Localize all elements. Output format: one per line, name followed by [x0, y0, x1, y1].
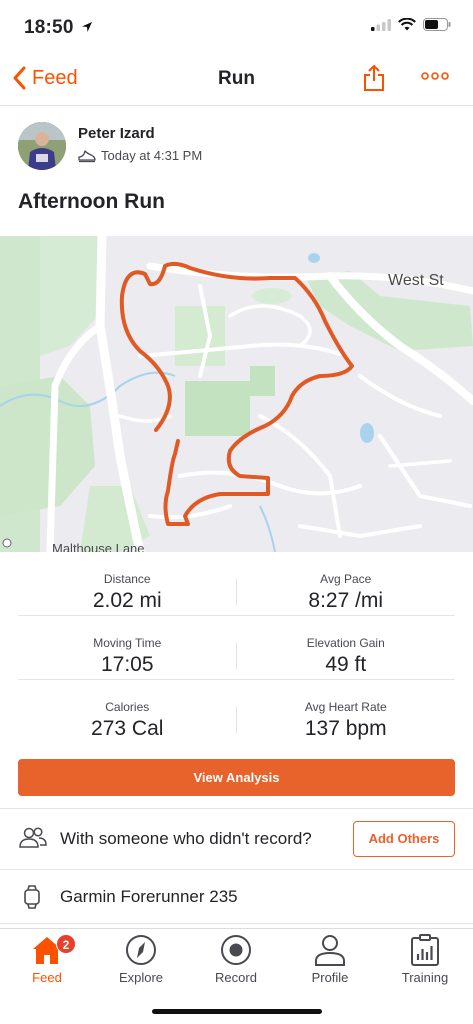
park-area: [175, 306, 225, 366]
avatar-photo: [18, 122, 66, 170]
stat-moving-time: Moving Time 17:05: [18, 616, 237, 679]
wifi-icon: [398, 18, 416, 31]
park-area: [40, 236, 100, 356]
status-bar: 18:50: [0, 0, 473, 54]
tab-bar: 2 Feed Explore Record Profile Training: [0, 928, 473, 1024]
athlete-name[interactable]: Peter Izard: [78, 125, 155, 142]
tab-label: Training: [401, 970, 449, 985]
more-options-button[interactable]: [421, 68, 449, 86]
map-canvas: West St Malthouse Lane: [0, 236, 473, 552]
stat-divider: [236, 579, 237, 605]
add-others-button[interactable]: Add Others: [353, 821, 455, 857]
tab-label: Feed: [32, 970, 62, 985]
tab-feed[interactable]: 2 Feed: [0, 929, 94, 989]
status-indicators: [371, 18, 451, 31]
stat-divider: [236, 707, 237, 733]
activity-meta: Today at 4:31 PM: [78, 148, 202, 163]
pond: [308, 253, 320, 263]
tab-profile[interactable]: Profile: [283, 929, 377, 989]
record-icon: [221, 935, 251, 965]
route-map[interactable]: West St Malthouse Lane: [0, 236, 473, 552]
share-button[interactable]: [362, 64, 386, 97]
stat-row: Moving Time 17:05 Elevation Gain 49 ft: [18, 616, 455, 680]
stat-row: Distance 2.02 mi Avg Pace 8:27 /mi: [18, 552, 455, 616]
tab-explore[interactable]: Explore: [94, 929, 188, 989]
home-indicator: [152, 1009, 322, 1014]
profile-icon: [315, 935, 345, 966]
park-area: [250, 366, 275, 396]
training-icon: [411, 934, 439, 966]
stat-value: 49 ft: [325, 653, 367, 676]
activity-stats: Distance 2.02 mi Avg Pace 8:27 /mi Movin…: [18, 552, 455, 744]
street-label-malthouse: Malthouse Lane: [52, 541, 145, 552]
tab-training[interactable]: Training: [378, 929, 472, 989]
location-arrow-icon: [82, 22, 93, 32]
device-row: Garmin Forerunner 235: [0, 869, 473, 925]
street-label-west-st: West St: [388, 272, 444, 289]
stat-distance: Distance 2.02 mi: [18, 552, 237, 615]
pond: [360, 423, 374, 443]
stat-label: Elevation Gain: [306, 636, 385, 650]
compass-icon: [126, 935, 156, 965]
others-prompt: With someone who didn't record?: [60, 829, 312, 848]
navigation-bar: Feed Run: [0, 54, 473, 106]
stat-divider: [236, 643, 237, 669]
stat-value: 137 bpm: [304, 717, 387, 740]
park-area: [185, 381, 250, 436]
share-icon: [364, 65, 384, 91]
tab-record[interactable]: Record: [189, 929, 283, 989]
notification-badge: 2: [56, 934, 76, 954]
stat-label: Avg Heart Rate: [304, 700, 387, 714]
add-others-row: With someone who didn't record? Add Othe…: [0, 809, 473, 869]
watch-icon: [24, 885, 40, 909]
view-analysis-button[interactable]: View Analysis: [18, 759, 455, 796]
park-area: [252, 288, 292, 304]
stat-value: 273 Cal: [91, 717, 164, 740]
stat-avg-heart-rate: Avg Heart Rate 137 bpm: [237, 680, 456, 744]
tab-label: Profile: [311, 970, 349, 985]
activity-title: Afternoon Run: [18, 190, 165, 213]
device-name: Garmin Forerunner 235: [60, 887, 238, 906]
battery-icon: [423, 18, 451, 31]
more-dots-icon: [421, 72, 449, 80]
stat-value: 8:27 /mi: [308, 589, 384, 612]
activity-timestamp: Today at 4:31 PM: [101, 148, 203, 163]
tab-label: Record: [215, 970, 257, 985]
signal-icon: [371, 18, 391, 31]
page-title: Run: [218, 68, 255, 89]
stat-label: Avg Pace: [320, 572, 372, 586]
avatar[interactable]: [18, 122, 66, 170]
people-icon: [19, 827, 47, 848]
shoe-icon: [78, 149, 96, 162]
stream: [259, 505, 276, 552]
stat-avg-pace: Avg Pace 8:27 /mi: [237, 552, 456, 615]
section-divider: [0, 923, 473, 924]
tab-label: Explore: [118, 970, 164, 985]
athlete-header: Peter Izard Today at 4:31 PM: [18, 120, 458, 174]
stat-label: Distance: [103, 572, 151, 586]
stat-value: 17:05: [100, 653, 154, 676]
stat-row: Calories 273 Cal Avg Heart Rate 137 bpm: [18, 680, 455, 744]
stat-value: 2.02 mi: [92, 589, 162, 612]
map-attribution-icon[interactable]: [2, 538, 12, 548]
stat-label: Moving Time: [93, 636, 162, 650]
stat-calories: Calories 273 Cal: [18, 680, 237, 744]
stat-label: Calories: [105, 700, 150, 714]
status-time: 18:50: [24, 17, 93, 39]
stat-elevation-gain: Elevation Gain 49 ft: [237, 616, 456, 679]
